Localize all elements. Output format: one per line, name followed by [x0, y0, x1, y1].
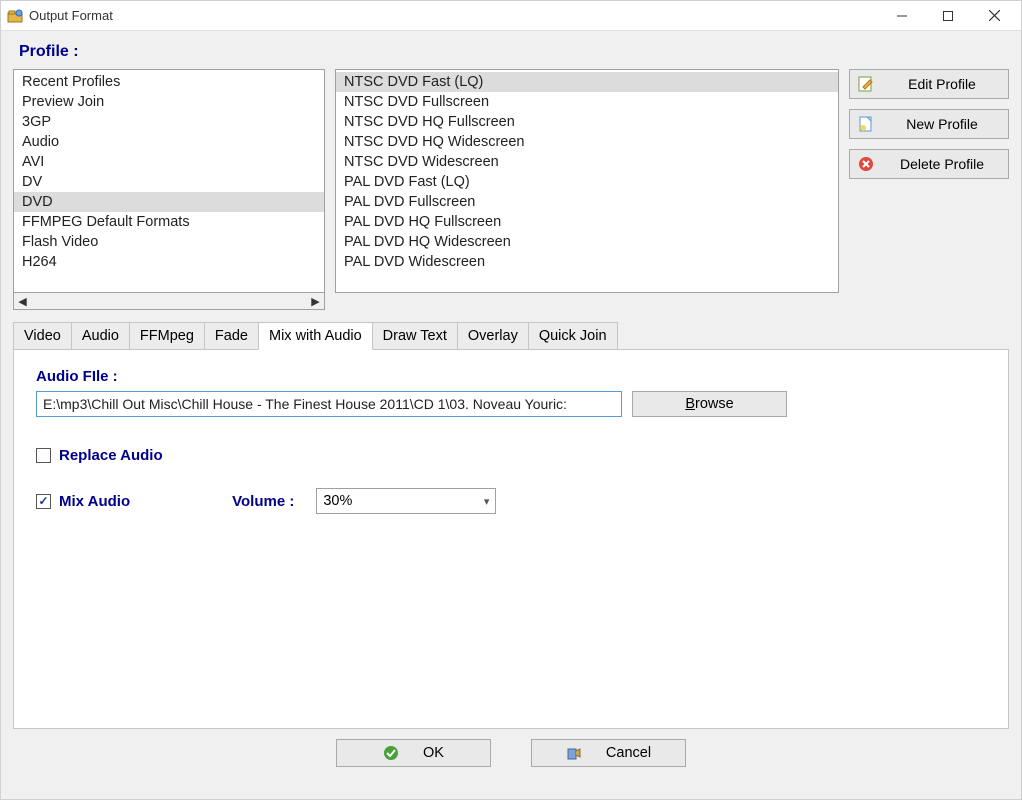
profile-listbox[interactable]: NTSC DVD Fast (LQ)NTSC DVD FullscreenNTS…: [335, 69, 839, 293]
window: Output Format Profile : Recent ProfilesP…: [0, 0, 1022, 800]
profile-item[interactable]: NTSC DVD Widescreen: [336, 152, 838, 172]
new-profile-button[interactable]: New Profile: [849, 109, 1009, 139]
tab-fade[interactable]: Fade: [204, 322, 259, 350]
tab-audio[interactable]: Audio: [71, 322, 130, 350]
ok-icon: [383, 745, 399, 761]
delete-icon: [858, 156, 874, 172]
profile-section-label: Profile :: [19, 43, 1009, 61]
profile-item[interactable]: NTSC DVD Fast (LQ): [336, 72, 838, 92]
scroll-left-icon[interactable]: ◀: [14, 294, 31, 309]
tab-video[interactable]: Video: [13, 322, 72, 350]
audio-file-label: Audio FIle :: [36, 368, 986, 385]
profile-item[interactable]: PAL DVD Fast (LQ): [336, 172, 838, 192]
category-item[interactable]: FFMPEG Default Formats: [14, 212, 324, 232]
tab-mix-with-audio[interactable]: Mix with Audio: [258, 322, 373, 350]
ok-button[interactable]: OK: [336, 739, 491, 767]
category-hscrollbar[interactable]: ◀ ▶: [13, 293, 325, 310]
tab-overlay[interactable]: Overlay: [457, 322, 529, 350]
category-item[interactable]: Preview Join: [14, 92, 324, 112]
cancel-icon: [566, 745, 582, 761]
category-item[interactable]: AVI: [14, 152, 324, 172]
mix-audio-checkbox[interactable]: ✓: [36, 494, 51, 509]
tab-quick-join[interactable]: Quick Join: [528, 322, 618, 350]
chevron-down-icon: ▾: [484, 495, 490, 508]
audio-file-input[interactable]: [36, 391, 622, 417]
category-item[interactable]: DVD: [14, 192, 324, 212]
app-icon: [7, 8, 23, 24]
profile-item[interactable]: NTSC DVD Fullscreen: [336, 92, 838, 112]
maximize-button[interactable]: [925, 1, 971, 31]
volume-combobox[interactable]: 30% ▾: [316, 488, 496, 514]
category-item[interactable]: H264: [14, 252, 324, 272]
new-icon: [858, 116, 874, 132]
replace-audio-checkbox[interactable]: [36, 448, 51, 463]
profile-item[interactable]: PAL DVD HQ Fullscreen: [336, 212, 838, 232]
close-button[interactable]: [971, 1, 1017, 31]
tab-ffmpeg[interactable]: FFMpeg: [129, 322, 205, 350]
category-item[interactable]: Flash Video: [14, 232, 324, 252]
delete-profile-button[interactable]: Delete Profile: [849, 149, 1009, 179]
tabs: VideoAudioFFMpegFadeMix with AudioDraw T…: [13, 322, 1009, 350]
category-item[interactable]: Audio: [14, 132, 324, 152]
window-title: Output Format: [29, 8, 113, 23]
volume-label: Volume :: [232, 493, 294, 510]
edit-icon: [858, 76, 874, 92]
cancel-button[interactable]: Cancel: [531, 739, 686, 767]
category-listbox[interactable]: Recent ProfilesPreview Join3GPAudioAVIDV…: [13, 69, 325, 293]
titlebar: Output Format: [1, 1, 1021, 31]
volume-value: 30%: [323, 493, 352, 509]
tab-draw-text[interactable]: Draw Text: [372, 322, 458, 350]
category-item[interactable]: DV: [14, 172, 324, 192]
replace-audio-label: Replace Audio: [59, 447, 163, 464]
minimize-button[interactable]: [879, 1, 925, 31]
edit-profile-button[interactable]: Edit Profile: [849, 69, 1009, 99]
profile-item[interactable]: PAL DVD Fullscreen: [336, 192, 838, 212]
profile-item[interactable]: PAL DVD HQ Widescreen: [336, 232, 838, 252]
category-item[interactable]: Recent Profiles: [14, 72, 324, 92]
profile-item[interactable]: NTSC DVD HQ Widescreen: [336, 132, 838, 152]
browse-label-rest: rowse: [695, 396, 734, 412]
mix-audio-label: Mix Audio: [59, 493, 130, 510]
profile-item[interactable]: NTSC DVD HQ Fullscreen: [336, 112, 838, 132]
category-item[interactable]: 3GP: [14, 112, 324, 132]
browse-button[interactable]: Browse: [632, 391, 787, 417]
scroll-right-icon[interactable]: ▶: [307, 294, 324, 309]
mix-with-audio-panel: Audio FIle : Browse Replace Audio ✓ Mix …: [13, 349, 1009, 729]
profile-item[interactable]: PAL DVD Widescreen: [336, 252, 838, 272]
